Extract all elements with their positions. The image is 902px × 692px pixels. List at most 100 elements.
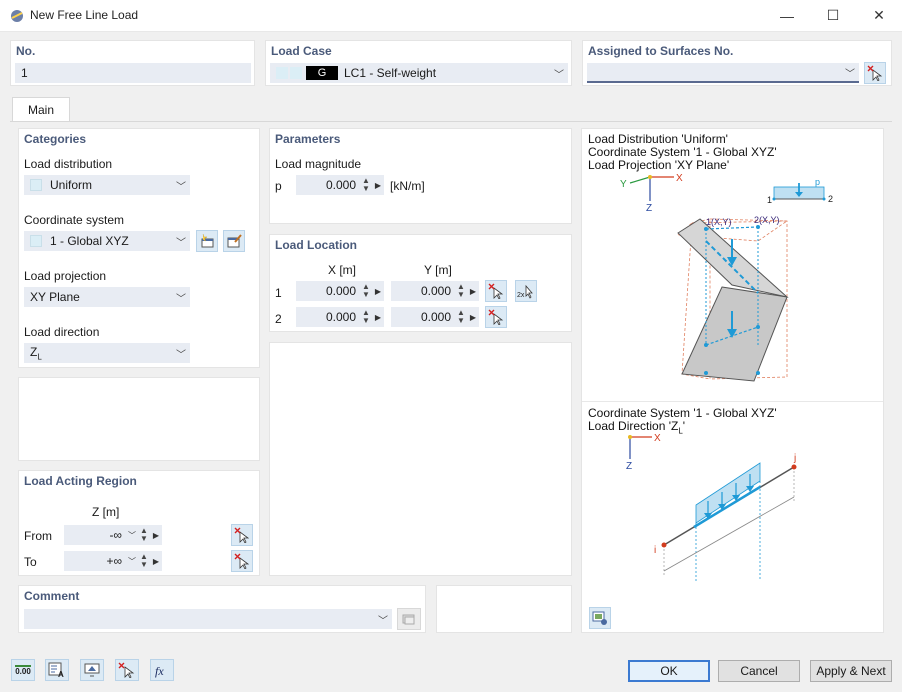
spinner-icon[interactable]: ▲ ▼: [138, 527, 150, 543]
close-button[interactable]: ✕: [856, 0, 902, 31]
number-label: No.: [16, 44, 36, 58]
assigned-surfaces-select[interactable]: ﹀: [587, 63, 859, 83]
load-magnitude-field[interactable]: 0.000 ▲ ▼ ▶: [296, 175, 384, 195]
pick-to-button[interactable]: [231, 550, 253, 572]
preview-settings-button[interactable]: [589, 607, 611, 629]
pick-from-button[interactable]: [231, 524, 253, 546]
pick-point-1-button[interactable]: [485, 280, 507, 302]
row-index: 2: [275, 312, 282, 326]
categories-title: Categories: [24, 132, 87, 146]
arrow-right-icon[interactable]: ▶: [372, 313, 384, 322]
lc-color-swatch-2: [290, 67, 302, 79]
spinner-icon[interactable]: ▲ ▼: [138, 553, 150, 569]
axis-y-label: Y: [620, 179, 627, 190]
load-3d-diagram: X Y Z p 1 2 1(X,Y) 2(X,Y): [620, 173, 833, 382]
new-coordinate-system-icon: [201, 233, 214, 248]
comment-library-button[interactable]: [397, 608, 421, 630]
pick-cursor-icon: [234, 553, 250, 569]
display-settings-icon: [592, 611, 607, 625]
chevron-down-icon: ﹀: [176, 349, 186, 361]
parameters-panel: Parameters Load magnitude p 0.000 ▲ ▼ ▶ […: [269, 128, 572, 224]
arrow-right-icon[interactable]: ▶: [467, 287, 479, 296]
row-index: 1: [275, 286, 282, 300]
edit-coordinate-system-button[interactable]: [223, 230, 245, 252]
to-z-field[interactable]: +∞ ﹀ ▲ ▼ ▶: [64, 551, 162, 571]
chevron-down-icon: ﹀: [176, 237, 186, 249]
arrow-right-icon[interactable]: ▶: [372, 181, 384, 190]
load-case-tag: G: [306, 66, 338, 80]
pick-objects-button[interactable]: [115, 659, 139, 681]
load-case-label: Load Case: [271, 44, 332, 58]
chevron-down-icon: ﹀: [845, 68, 855, 80]
load-distribution-select[interactable]: Uniform ﹀: [24, 175, 190, 195]
parameters-title: Parameters: [275, 132, 341, 146]
pick-surfaces-button[interactable]: [864, 62, 886, 84]
spinner-icon[interactable]: ▲ ▼: [455, 309, 467, 325]
point-1-label: 1(X,Y): [706, 217, 732, 227]
svg-text:fx: fx: [155, 664, 164, 678]
to-label: To: [24, 555, 37, 569]
axis-x-label-2: X: [654, 433, 661, 444]
node-i-label: i: [654, 545, 656, 556]
tab-main[interactable]: Main: [12, 97, 70, 122]
arrow-right-icon[interactable]: ▶: [467, 313, 479, 322]
arrow-right-icon[interactable]: ▶: [150, 531, 162, 540]
load-direction-select[interactable]: ZL ﹀: [24, 343, 190, 363]
info-button[interactable]: A: [45, 659, 69, 681]
y-column-header: Y [m]: [424, 263, 452, 277]
coordinate-system-select[interactable]: 1 - Global XYZ ﹀: [24, 231, 190, 251]
svg-text:A: A: [58, 670, 64, 678]
comment-title: Comment: [24, 589, 80, 603]
minimize-button[interactable]: —: [764, 0, 810, 31]
arrow-right-icon[interactable]: ▶: [372, 287, 384, 296]
load-case-panel: Load Case G LC1 - Self-weight ﹀: [265, 40, 572, 86]
edit-coordinate-system-icon: [227, 234, 242, 248]
cancel-button[interactable]: Cancel: [718, 660, 800, 682]
axis-z-label-2: Z: [626, 461, 632, 472]
spinner-icon[interactable]: ▲ ▼: [360, 309, 372, 325]
new-coordinate-system-button[interactable]: [196, 230, 218, 252]
apply-next-button[interactable]: Apply & Next: [810, 660, 892, 682]
empty-details-panel: [269, 342, 572, 576]
units-button[interactable]: 0.00: [11, 659, 35, 681]
from-z-field[interactable]: -∞ ﹀ ▲ ▼ ▶: [64, 525, 162, 545]
formula-button[interactable]: fx: [150, 659, 174, 681]
ok-button[interactable]: OK: [628, 660, 710, 682]
title-bar: New Free Line Load — ☐ ✕: [0, 0, 902, 32]
load-projection-label: Load projection: [24, 269, 107, 283]
pick-two-points-icon: 2x: [517, 284, 533, 299]
z-column-header: Z [m]: [92, 505, 120, 519]
spinner-icon[interactable]: ▲ ▼: [455, 283, 467, 299]
load-direction-label: Load direction: [24, 325, 100, 339]
color-swatch: [30, 179, 42, 191]
load-acting-region-panel: Load Acting Region Z [m] From -∞ ﹀ ▲ ▼ ▶ …: [18, 470, 260, 576]
chevron-down-icon[interactable]: ﹀: [126, 556, 138, 567]
lc-color-swatch: [276, 67, 288, 79]
chevron-down-icon[interactable]: ﹀: [126, 530, 138, 541]
preview-panel: Load Distribution 'Uniform' Coordinate S…: [581, 128, 884, 633]
function-icon: fx: [155, 664, 164, 678]
x-field[interactable]: 0.000 ▲ ▼ ▶: [296, 307, 384, 327]
pick-cursor-icon: [234, 527, 250, 543]
x-field[interactable]: 0.000 ▲ ▼ ▶: [296, 281, 384, 301]
coordinate-system-label: Coordinate system: [24, 213, 125, 227]
spinner-icon[interactable]: ▲ ▼: [360, 283, 372, 299]
spinner-icon[interactable]: ▲ ▼: [360, 177, 372, 193]
maximize-button[interactable]: ☐: [810, 0, 856, 31]
y-field[interactable]: 0.000 ▲ ▼ ▶: [391, 307, 479, 327]
x-column-header: X [m]: [328, 263, 357, 277]
arrow-right-icon[interactable]: ▶: [150, 557, 162, 566]
pick-point-2-button[interactable]: [485, 306, 507, 328]
preview-divider: [582, 401, 883, 402]
load-projection-select[interactable]: XY Plane ﹀: [24, 287, 190, 307]
view-button[interactable]: [80, 659, 104, 681]
load-direction-diagram: X Z i j: [626, 433, 797, 581]
y-field[interactable]: 0.000 ▲ ▼ ▶: [391, 281, 479, 301]
point-2-label: 2(X,Y): [754, 215, 780, 225]
pick-two-points-button[interactable]: 2x: [515, 280, 537, 302]
number-field[interactable]: 1: [15, 63, 251, 83]
load-case-select[interactable]: G LC1 - Self-weight ﹀: [270, 63, 568, 83]
comment-input[interactable]: ﹀: [24, 609, 392, 629]
axis-z-label: Z: [646, 203, 652, 214]
units-icon: 0.00: [15, 664, 31, 676]
